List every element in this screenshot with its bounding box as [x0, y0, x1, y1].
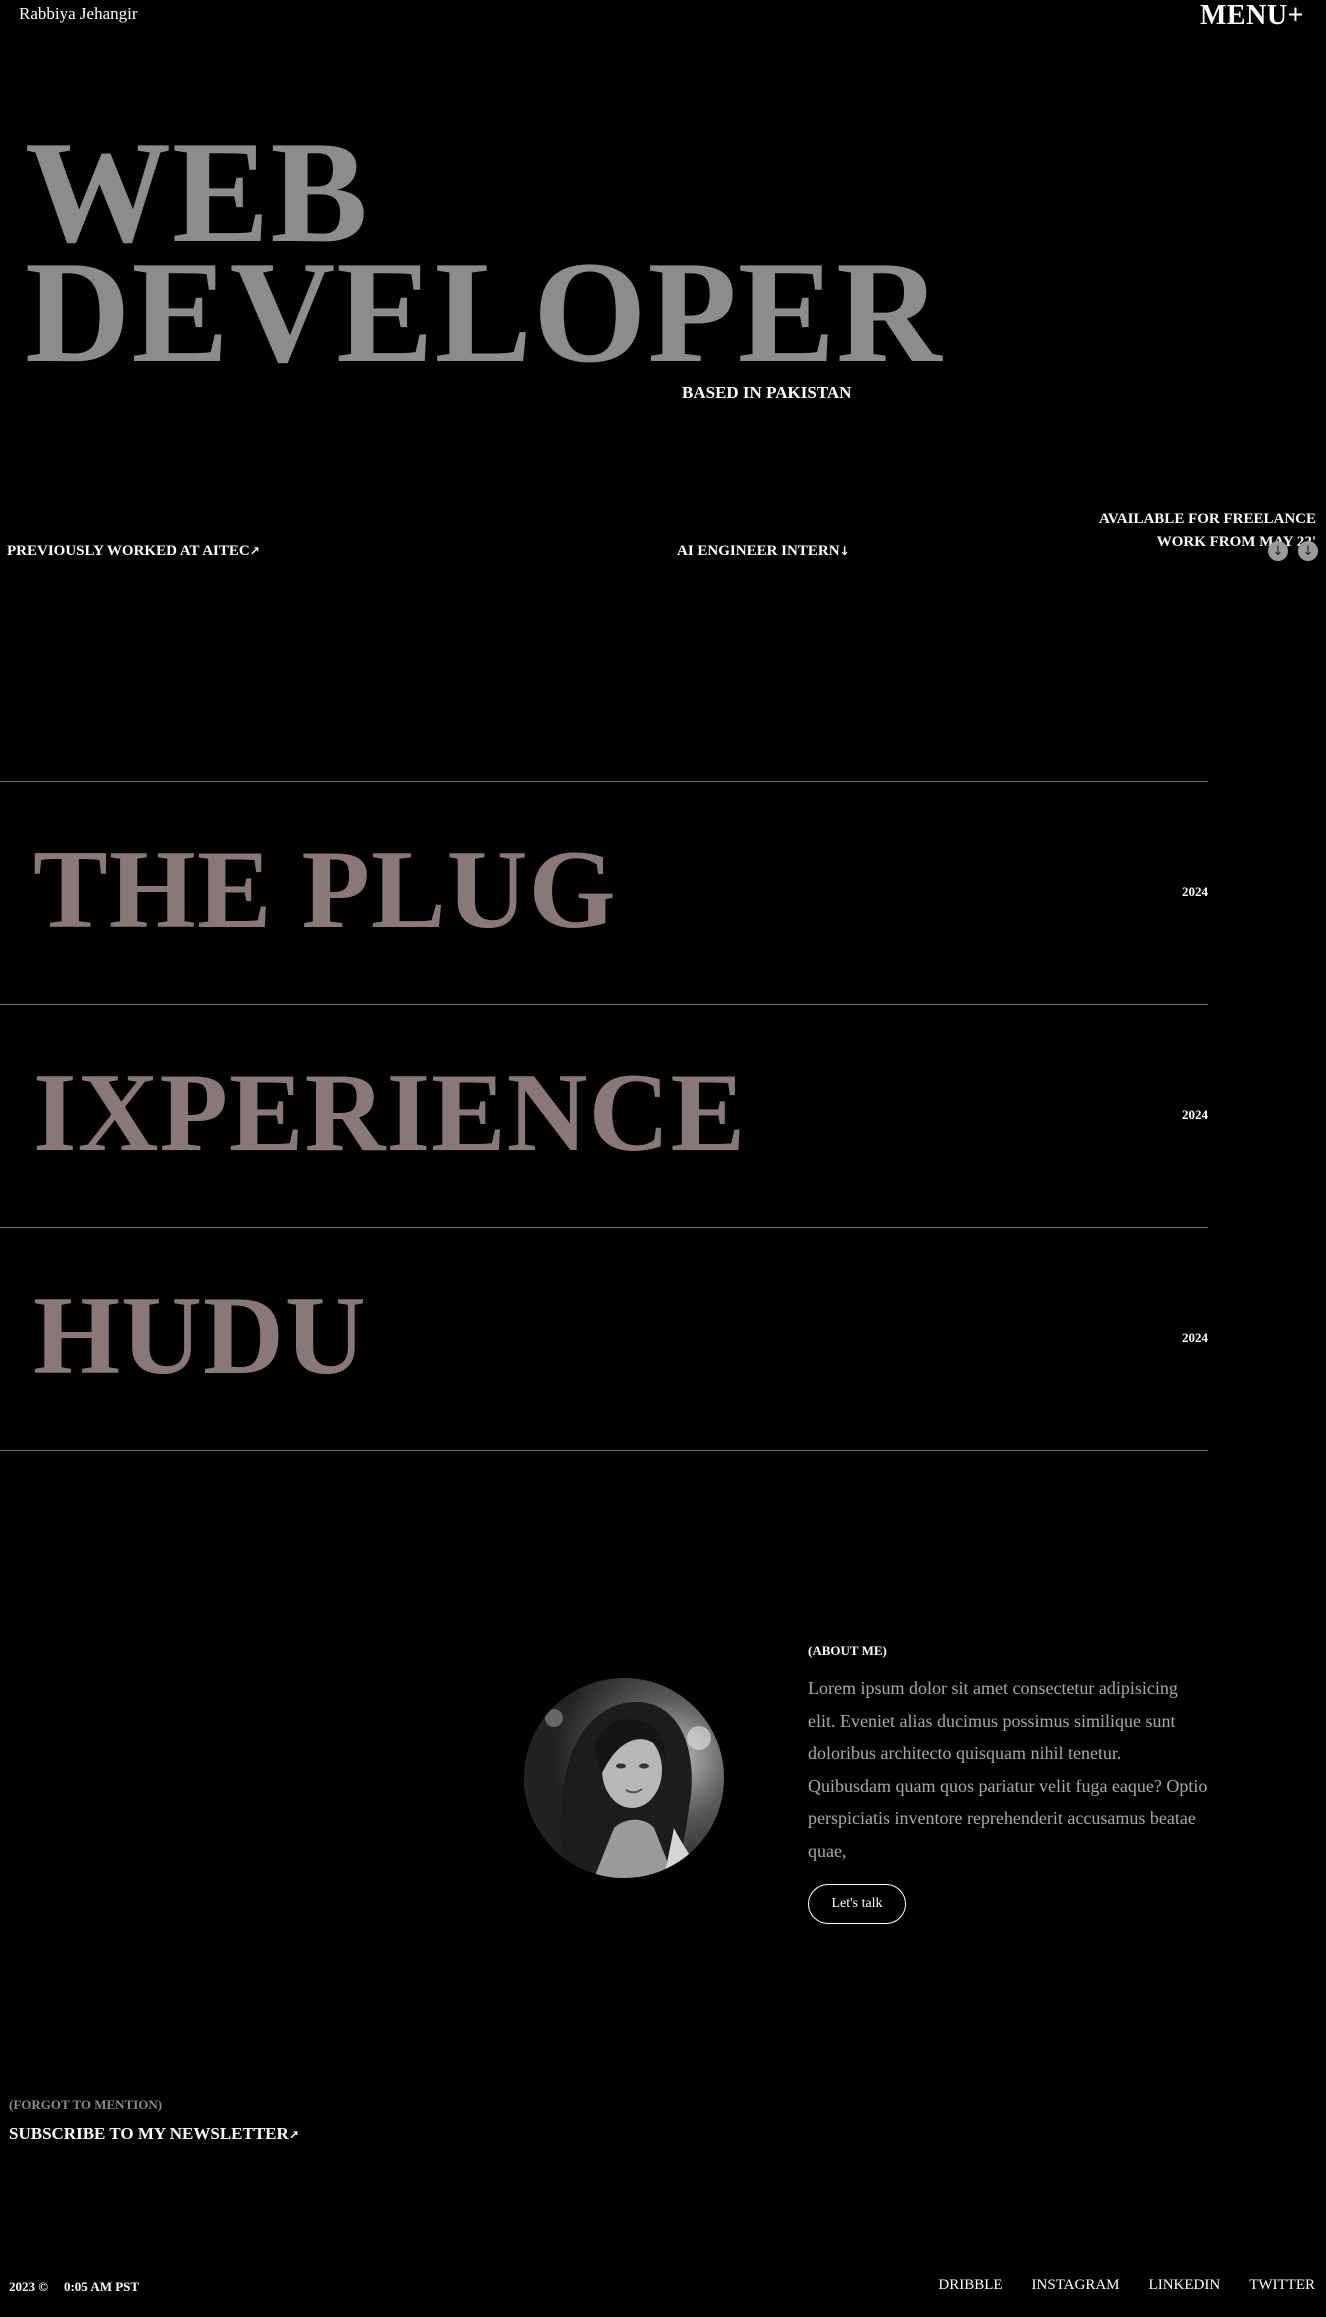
portrait-illustration: [524, 1678, 724, 1878]
social-links: DRIBBLE INSTAGRAM LINKEDIN TWITTER: [938, 2277, 1315, 2294]
portrait-photo: [524, 1678, 724, 1878]
project-row[interactable]: HUDU 2024: [0, 1227, 1208, 1451]
linkedin-link[interactable]: LINKEDIN: [1149, 2277, 1221, 2294]
project-name: HUDU: [33, 1274, 367, 1398]
previous-work-link[interactable]: PREVIOUSLY WORKED AT AITEC↗: [7, 543, 260, 560]
role-label: AI ENGINEER INTERN: [677, 543, 840, 559]
project-row[interactable]: THE PLUG 2024: [0, 781, 1208, 1004]
copyright: 2023 ©: [9, 2279, 48, 2294]
project-row[interactable]: IXPERIENCE 2024: [0, 1004, 1208, 1227]
hero-title-line-2: DEVELOPER: [25, 231, 943, 393]
footer-meta: 2023 © 0:05 AM PST: [9, 2279, 139, 2295]
brand-name[interactable]: Rabbiya Jehangir: [19, 4, 138, 24]
arrow-down-icon: ↓: [839, 544, 850, 558]
project-year: 2024: [1182, 1107, 1208, 1122]
subscribe-label: SUBSCRIBE TO MY NEWSLETTER: [9, 2124, 289, 2143]
arrow-up-right-icon: ↗: [249, 544, 260, 558]
menu-button[interactable]: MENU+: [1200, 0, 1304, 32]
project-name: THE PLUG: [33, 828, 617, 952]
availability-line-1: AVAILABLE FOR FREELANCE: [1099, 511, 1316, 527]
scroll-icons: ↓ ↓: [1268, 541, 1318, 561]
local-time: 0:05 AM PST: [63, 2279, 140, 2294]
project-year: 2024: [1182, 884, 1208, 899]
subscribe-link[interactable]: SUBSCRIBE TO MY NEWSLETTER↗: [9, 2124, 299, 2144]
location-label: BASED IN PAKISTAN: [682, 383, 852, 402]
project-year: 2024: [1182, 1330, 1208, 1345]
arrow-down-circle-icon[interactable]: ↓: [1268, 541, 1288, 561]
arrow-down-circle-icon[interactable]: ↓: [1298, 541, 1318, 561]
project-name: IXPERIENCE: [33, 1051, 747, 1175]
projects-list: THE PLUG 2024 IXPERIENCE 2024 HUDU 2024: [0, 781, 1208, 1451]
page: Rabbiya Jehangir MENU+ WEB DEVELOPER BAS…: [0, 0, 1326, 2317]
role-link[interactable]: AI ENGINEER INTERN↓: [677, 543, 850, 560]
instagram-link[interactable]: INSTAGRAM: [1032, 2277, 1120, 2294]
hero-title: WEB DEVELOPER: [25, 119, 943, 393]
arrow-up-right-icon: ↗: [288, 2128, 299, 2142]
newsletter-label: (FORGOT TO MENTION): [9, 2097, 163, 2112]
about-text: Lorem ipsum dolor sit amet consectetur a…: [808, 1678, 1208, 1861]
about-label: (ABOUT ME): [808, 1643, 887, 1658]
previous-work-label: PREVIOUSLY WORKED AT AITEC: [7, 543, 250, 559]
twitter-link[interactable]: TWITTER: [1249, 2277, 1315, 2294]
dribbble-link[interactable]: DRIBBLE: [938, 2277, 1002, 2294]
lets-talk-button[interactable]: Let's talk: [808, 1884, 906, 1924]
